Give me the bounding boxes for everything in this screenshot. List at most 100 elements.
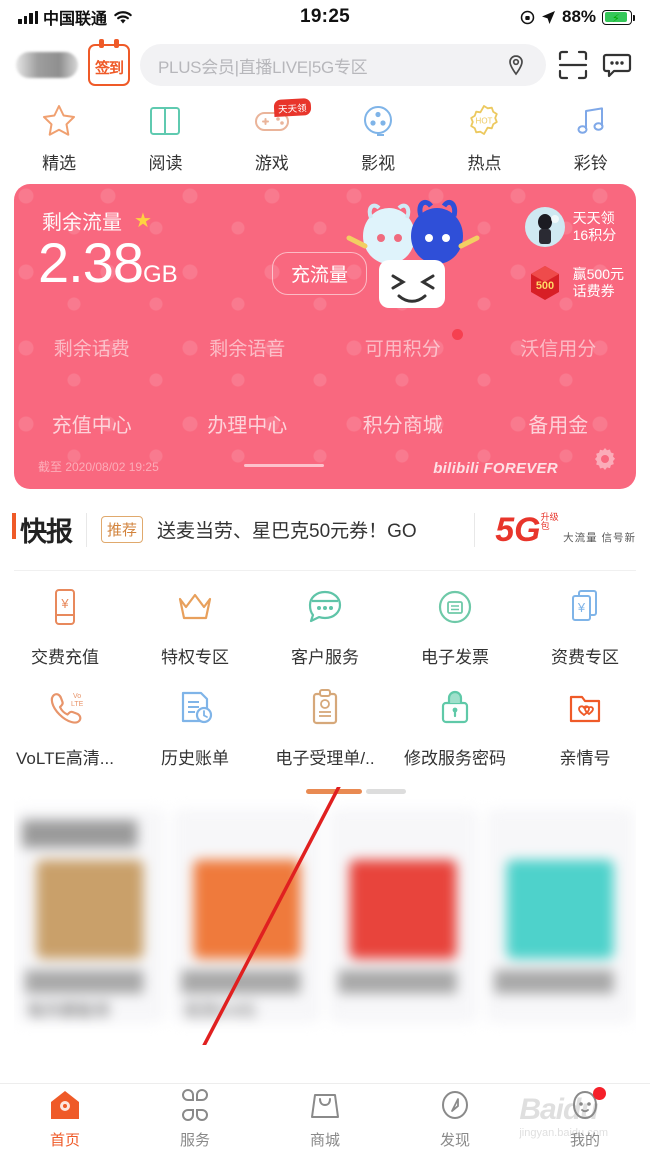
- card-link-points-mall[interactable]: 积分商城: [325, 409, 481, 438]
- carousel-card[interactable]: [329, 808, 478, 1024]
- card-link-recharge-center[interactable]: 充值中心: [14, 409, 170, 438]
- promo-5g-title: 5G: [495, 510, 541, 549]
- signal-strength-icon: [18, 10, 38, 24]
- card-link-reserve-fund[interactable]: 备用金: [481, 409, 637, 438]
- search-input[interactable]: PLUS会员|直播LIVE|5G专区: [140, 44, 546, 86]
- promo-text: 天天领 16积分: [573, 210, 617, 245]
- tab-services[interactable]: 服务: [130, 1089, 260, 1150]
- chat-service-icon: [303, 585, 347, 634]
- card-link-service-center[interactable]: 办理中心: [170, 409, 326, 438]
- signin-label: 签到: [94, 59, 124, 77]
- service-item-label: 亲情号: [559, 749, 611, 768]
- stat-credit-score[interactable]: 沃信用分: [481, 334, 637, 361]
- nav-item-yuedu[interactable]: 阅读: [112, 102, 218, 174]
- card-updated-time: 截至 2020/08/02 19:25: [38, 460, 159, 474]
- card-brand-label: bilibili FOREVER: [433, 460, 558, 477]
- promo-5g-banner[interactable]: 5G升级包 大流量 信号新: [489, 510, 636, 549]
- service-item-lishizhangdan[interactable]: 历史账单: [130, 686, 260, 769]
- signin-button[interactable]: 签到: [88, 39, 130, 86]
- location-pin-icon[interactable]: [504, 53, 528, 77]
- scan-icon[interactable]: [556, 48, 590, 82]
- service-item-jiaofeichongzhi[interactable]: ¥ 交费充值: [0, 585, 130, 668]
- promo-coupon[interactable]: 500 赢500元 话费券: [524, 262, 624, 304]
- nav-item-redian[interactable]: HOT 热点: [431, 102, 537, 174]
- svg-text:LTE: LTE: [71, 701, 84, 708]
- carousel-card[interactable]: 低至9.9元: [172, 808, 321, 1024]
- message-bubble-icon[interactable]: [600, 48, 634, 82]
- service-item-label: 客户服务: [291, 648, 359, 667]
- service-item-dianzishoulidan[interactable]: 电子受理单/..: [260, 686, 390, 769]
- service-item-dianzifapiao[interactable]: 电子发票: [390, 585, 520, 668]
- service-item-label: 电子受理单/..: [275, 749, 375, 768]
- bottom-tab-bar: 首页 服务 商城 发现 我的: [0, 1083, 650, 1155]
- tab-mine[interactable]: 我的: [520, 1087, 650, 1150]
- balance-card[interactable]: 剩余流量 ★ 2.38GB 充流量 天天领 16积分 500 赢500元 话费券…: [14, 184, 636, 489]
- balance-number: 2.38: [38, 231, 144, 294]
- service-item-xiugaimima[interactable]: 修改服务密码: [390, 686, 520, 769]
- svg-text:HOT: HOT: [476, 117, 493, 126]
- tab-label: 我的: [569, 1132, 600, 1149]
- promo-title: 天天领: [572, 209, 615, 226]
- carrier-label: 中国联通: [43, 11, 108, 28]
- tab-home[interactable]: 首页: [0, 1089, 130, 1150]
- promo-5g-subtitle: 大流量 信号新: [563, 531, 636, 544]
- carousel-card[interactable]: [485, 808, 635, 1024]
- promo-title: 赢500元: [572, 265, 624, 282]
- status-bar-left: 中国联通: [18, 5, 300, 29]
- notification-dot: [451, 329, 463, 340]
- svg-text:¥: ¥: [60, 596, 69, 611]
- promo-carousel[interactable]: 每天都能领 低至9.9元: [14, 787, 636, 1045]
- location-arrow-icon: [541, 10, 556, 25]
- nav-item-label: 阅读: [148, 154, 183, 173]
- wifi-icon: [112, 9, 134, 25]
- news-bar[interactable]: 快报 推荐 送麦当劳、星巴克50元券！GO 5G升级包 大流量 信号新: [12, 489, 636, 571]
- card-product-image: [349, 860, 457, 959]
- service-item-volte[interactable]: Vo LTE VoLTE高清...: [0, 686, 130, 769]
- divider: [474, 512, 476, 547]
- card-stats-row: 剩余话费 剩余语音 可用积分 沃信用分: [14, 329, 637, 361]
- tab-label: 服务: [179, 1132, 210, 1149]
- tab-label: 商城: [309, 1132, 340, 1149]
- tab-label: 发现: [439, 1132, 470, 1149]
- stat-available-points[interactable]: 可用积分: [325, 329, 481, 361]
- carousel-card-caption: 低至9.9元: [184, 1002, 257, 1020]
- stat-label: 可用积分: [364, 339, 441, 360]
- service-item-zifeizhuanqu[interactable]: ¥ 资费专区: [520, 585, 650, 668]
- service-item-kehufuwu[interactable]: 客户服务: [260, 585, 390, 668]
- promo-daily-points[interactable]: 天天领 16积分: [524, 206, 624, 248]
- svg-text:500: 500: [535, 280, 553, 292]
- service-item-label: VoLTE高清...: [16, 749, 114, 768]
- carousel-card[interactable]: 每天都能领: [15, 808, 165, 1024]
- balance-unit: GB: [143, 261, 178, 288]
- svg-text:Vo: Vo: [73, 693, 81, 700]
- nav-item-youxi[interactable]: 天天领 游戏: [219, 98, 325, 174]
- star-filled-icon: ★: [134, 209, 152, 232]
- tab-discover[interactable]: 发现: [390, 1089, 520, 1150]
- stat-remaining-fee[interactable]: 剩余话费: [14, 334, 170, 361]
- tab-mall[interactable]: 商城: [260, 1089, 390, 1150]
- notification-dot: [592, 1087, 606, 1100]
- nav-item-cailing[interactable]: 彩铃: [538, 102, 644, 174]
- book-open-icon: [146, 102, 184, 145]
- username-blurred[interactable]: [16, 52, 78, 78]
- compass-icon: [438, 1089, 472, 1126]
- service-item-qinqinghao[interactable]: 亲情号: [520, 686, 650, 769]
- app-header: 签到 PLUS会员|直播LIVE|5G专区: [0, 34, 650, 96]
- tab-label: 首页: [49, 1132, 80, 1149]
- clipboard-icon: [303, 686, 347, 735]
- clock-label: 19:25: [299, 6, 351, 27]
- service-item-label: 交费充值: [31, 648, 99, 667]
- service-item-tequanzhuanqu[interactable]: 特权专区: [130, 585, 260, 668]
- nav-item-yingshi[interactable]: 影视: [325, 102, 431, 174]
- nav-item-label: 精选: [42, 154, 77, 173]
- gear-icon[interactable]: [592, 446, 618, 477]
- nav-item-jingxuan[interactable]: 精选: [6, 102, 112, 174]
- news-headline[interactable]: 送麦当劳、星巴克50元券！GO: [157, 516, 460, 543]
- service-item-label: 历史账单: [161, 749, 229, 768]
- red-packet-icon: 500: [524, 262, 566, 304]
- card-product-image: [193, 860, 301, 959]
- stat-remaining-voice[interactable]: 剩余语音: [170, 334, 326, 361]
- nav-item-label: 热点: [467, 154, 502, 173]
- service-item-label: 修改服务密码: [404, 749, 506, 768]
- star-outline-icon: [40, 102, 78, 145]
